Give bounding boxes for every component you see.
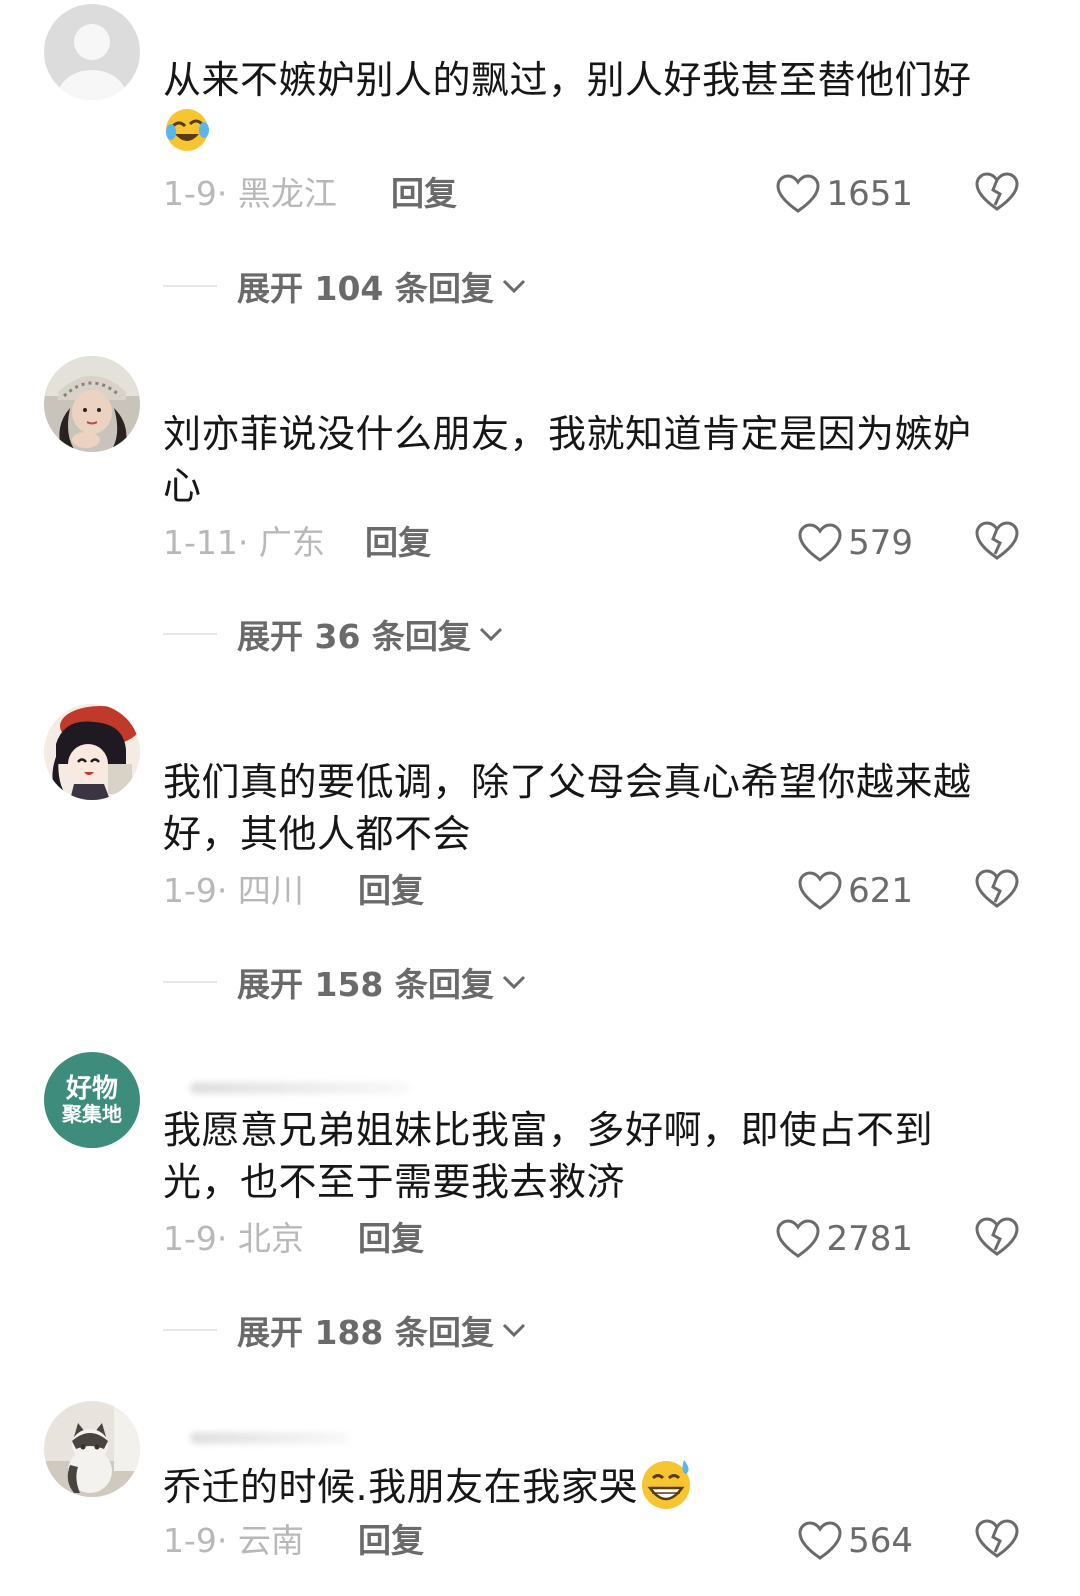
broken-heart-icon <box>975 869 1019 908</box>
broken-heart-icon <box>975 1217 1019 1256</box>
like-button[interactable]: 579 <box>798 521 913 565</box>
comment-body: 乔迁的时候.我朋友在我家哭 <box>163 1465 638 1509</box>
comment-meta: 1-9· 四川 回复 621 <box>163 869 1043 913</box>
expand-replies[interactable]: 展开 104 条回复 <box>163 264 528 308</box>
comment-meta: 1-11· 广东 回复 579 <box>163 521 1043 565</box>
reply-button[interactable]: 回复 <box>358 1217 424 1261</box>
dislike-button[interactable] <box>975 172 1019 223</box>
divider-line <box>163 633 217 635</box>
heart-icon <box>776 174 820 213</box>
comment-body: 我们真的要低调，除了父母会真心希望你越来越好，其他人都不会 <box>163 760 972 856</box>
comment-meta: 1-9· 北京 回复 2781 <box>163 1217 1043 1261</box>
comment-text: 我们真的要低调，除了父母会真心希望你越来越好，其他人都不会 <box>163 756 1003 860</box>
date-location: 1-9· 黑龙江 <box>163 174 337 213</box>
comment-body: 从来不嫉妒别人的飘过，别人好我甚至替他们好 <box>163 58 972 102</box>
broken-heart-icon <box>975 1519 1019 1558</box>
like-count: 1651 <box>826 174 913 214</box>
comment-text: 从来不嫉妒别人的飘过，别人好我甚至替他们好 <box>163 54 1003 159</box>
avatar[interactable] <box>44 1401 140 1497</box>
date-location: 1-9· 四川 <box>163 871 304 910</box>
dislike-button[interactable] <box>975 1217 1019 1268</box>
chevron-down-icon <box>479 627 502 642</box>
like-button[interactable]: 2781 <box>776 1217 913 1261</box>
like-count: 579 <box>848 523 913 563</box>
divider-line <box>163 285 217 287</box>
divider-line <box>163 981 217 983</box>
chevron-down-icon <box>502 975 525 990</box>
laughing-tears-emoji-icon <box>163 106 211 154</box>
comment-text: 我愿意兄弟姐妹比我富，多好啊，即使占不到光，也不至于需要我去救济 <box>163 1104 1003 1208</box>
expand-label: 展开 158 条回复 <box>237 965 494 1004</box>
comment-body: 刘亦菲说没什么朋友，我就知道肯定是因为嫉妒心 <box>163 412 972 508</box>
expand-label: 展开 188 条回复 <box>237 1313 494 1352</box>
like-button[interactable]: 1651 <box>776 172 913 216</box>
date-location: 1-9· 云南 <box>163 1521 304 1560</box>
expand-replies[interactable]: 展开 188 条回复 <box>163 1308 528 1352</box>
expand-label: 展开 104 条回复 <box>237 269 494 308</box>
grinning-sweat-emoji-icon <box>638 1456 694 1512</box>
like-count: 2781 <box>826 1219 913 1259</box>
like-button[interactable]: 621 <box>798 869 913 913</box>
reply-button[interactable]: 回复 <box>391 172 457 216</box>
divider-line <box>163 1329 217 1331</box>
dislike-button[interactable] <box>975 869 1019 920</box>
chevron-down-icon <box>502 279 525 294</box>
avatar[interactable] <box>44 704 140 800</box>
expand-replies[interactable]: 展开 158 条回复 <box>163 960 528 1004</box>
heart-icon <box>798 523 842 562</box>
like-count: 621 <box>848 871 913 911</box>
dislike-button[interactable] <box>975 521 1019 572</box>
comment-meta: 1-9· 黑龙江 回复 1651 <box>163 172 1043 216</box>
chevron-down-icon <box>502 1323 525 1338</box>
date-location: 1-9· 北京 <box>163 1219 304 1258</box>
expand-label: 展开 36 条回复 <box>237 617 471 656</box>
heart-icon <box>798 1521 842 1560</box>
expand-replies[interactable]: 展开 36 条回复 <box>163 612 505 656</box>
avatar[interactable] <box>44 4 140 100</box>
broken-heart-icon <box>975 521 1019 560</box>
reply-button[interactable]: 回复 <box>358 1519 424 1563</box>
broken-heart-icon <box>975 172 1019 211</box>
avatar[interactable] <box>44 356 140 452</box>
heart-icon <box>798 871 842 910</box>
like-count: 564 <box>848 1521 913 1561</box>
username-blurred <box>190 1082 410 1094</box>
reply-button[interactable]: 回复 <box>358 869 424 913</box>
username-blurred <box>190 1432 350 1444</box>
avatar-text: 好物 <box>65 1073 118 1104</box>
avatar-text: 聚集地 <box>62 1102 122 1127</box>
avatar[interactable]: 好物 聚集地 <box>44 1052 140 1148</box>
reply-button[interactable]: 回复 <box>365 521 431 565</box>
like-button[interactable]: 564 <box>798 1519 913 1563</box>
comment-meta: 1-9· 云南 回复 564 <box>163 1519 1043 1563</box>
comment-text: 乔迁的时候.我朋友在我家哭 <box>163 1456 1003 1513</box>
heart-icon <box>776 1219 820 1258</box>
comment-body: 我愿意兄弟姐妹比我富，多好啊，即使占不到光，也不至于需要我去救济 <box>163 1108 934 1204</box>
comment-text: 刘亦菲说没什么朋友，我就知道肯定是因为嫉妒心 <box>163 408 1003 512</box>
date-location: 1-11· 广东 <box>163 523 325 562</box>
dislike-button[interactable] <box>975 1519 1019 1570</box>
